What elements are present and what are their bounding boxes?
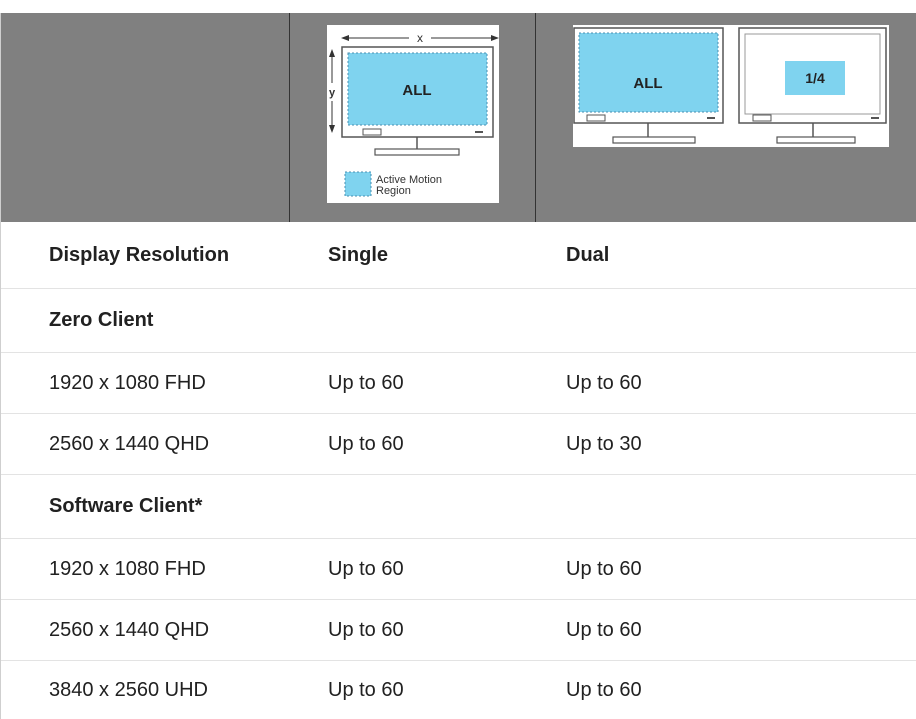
single-cell: Up to 60	[328, 557, 404, 580]
resolution-cell: 3840 x 2560 UHD	[49, 678, 208, 701]
left-active-region	[578, 32, 719, 113]
table-row: 2560 x 1440 QHD Up to 60 Up to 60	[1, 600, 916, 661]
header-display-resolution: Display Resolution	[49, 243, 230, 266]
section-title-row: Zero Client	[1, 289, 916, 353]
right-monitor-led	[871, 117, 879, 119]
resolution-cell: 2560 x 1440 QHD	[49, 432, 210, 455]
left-screen-all-label: ALL	[633, 75, 662, 92]
right-screen-quarter-label: 1/4	[805, 70, 825, 86]
column-header-row: Display Resolution Single Dual	[1, 222, 916, 289]
single-cell: Up to 60	[328, 371, 404, 394]
header-single: Single	[328, 243, 389, 266]
single-monitor-diagram: x y ALL Active Motion Region	[329, 31, 499, 197]
illustration-header-row: x y ALL Active Motion Region ALL 1/4	[1, 13, 916, 222]
table-row: 2560 x 1440 QHD Up to 60 Up to 30	[1, 414, 916, 475]
dual-cell: Up to 30	[566, 432, 642, 455]
monitor-stand-base	[374, 148, 460, 156]
single-display-illustration: x y ALL Active Motion Region	[327, 25, 499, 203]
legend-text-line2: Region	[376, 185, 411, 197]
dual-cell: Up to 60	[566, 678, 642, 701]
single-cell: Up to 60	[328, 618, 404, 641]
x-axis-label: x	[417, 31, 423, 45]
section-title-row: Software Client*	[1, 475, 916, 539]
header-empty-cell	[1, 13, 290, 222]
single-cell: Up to 60	[328, 678, 404, 701]
screen-all-label: ALL	[402, 82, 431, 99]
table-row: 1920 x 1080 FHD Up to 60 Up to 60	[1, 353, 916, 414]
section-title-software-client: Software Client*	[49, 495, 203, 517]
resolution-cell: 2560 x 1440 QHD	[49, 618, 210, 641]
resolution-table-page: x y ALL Active Motion Region ALL 1/4 Dis…	[0, 0, 916, 719]
header-dual: Dual	[566, 243, 610, 266]
section-title-zero-client: Zero Client	[49, 309, 154, 331]
x-arrow-left-head	[341, 35, 349, 41]
dual-cell: Up to 60	[566, 371, 642, 394]
resolution-cell: 1920 x 1080 FHD	[49, 557, 206, 580]
header-dual-cell: ALL 1/4	[536, 13, 916, 222]
active-motion-legend-swatch	[344, 171, 372, 197]
right-stand-base	[776, 136, 856, 144]
monitor-led	[475, 131, 483, 133]
x-arrow-right-head	[491, 35, 499, 41]
dual-monitor-diagram: ALL 1/4	[573, 27, 887, 144]
header-single-cell: x y ALL Active Motion Region	[290, 13, 536, 222]
y-arrow-top-head	[329, 49, 335, 57]
left-monitor-led	[707, 117, 715, 119]
dual-cell: Up to 60	[566, 618, 642, 641]
left-stand-base	[612, 136, 696, 144]
y-axis-label: y	[329, 87, 336, 99]
dual-cell: Up to 60	[566, 557, 642, 580]
single-cell: Up to 60	[328, 432, 404, 455]
resolution-cell: 1920 x 1080 FHD	[49, 371, 206, 394]
dual-display-illustration: ALL 1/4	[573, 25, 889, 147]
y-arrow-bottom-head	[329, 125, 335, 133]
table-row: 1920 x 1080 FHD Up to 60 Up to 60	[1, 539, 916, 600]
table-row: 3840 x 2560 UHD Up to 60 Up to 60	[1, 661, 916, 719]
